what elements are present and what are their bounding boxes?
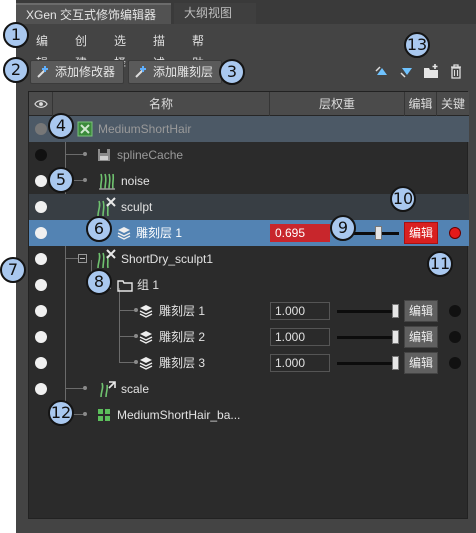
callout-1: 1 <box>3 22 29 48</box>
row-label: MediumShortHair_ba... <box>117 408 241 422</box>
add-modifier-label: 添加修改器 <box>55 65 116 79</box>
layer-weight-slider-handle[interactable] <box>392 356 399 370</box>
add-modifier-icon <box>37 66 48 78</box>
callout-5: 5 <box>48 167 74 193</box>
delete-icon[interactable] <box>448 63 464 79</box>
edit-column-header[interactable]: 编辑 <box>405 92 437 116</box>
edit-button[interactable]: 编辑 <box>404 222 438 244</box>
move-up-icon[interactable] <box>374 63 390 79</box>
tree-row-scale[interactable]: scale <box>29 376 469 402</box>
modifier-tree: 名称 层权重 编辑 关键帧 <box>28 91 469 519</box>
tree-row-sculpt-layer[interactable]: 雕刻层 3 1.000 编辑 <box>29 350 469 376</box>
layer-weight-slider-handle[interactable] <box>375 226 382 240</box>
row-label: splineCache <box>117 148 184 162</box>
callout-3: 3 <box>219 59 245 85</box>
visibility-toggle[interactable] <box>35 357 47 369</box>
noise-modifier-icon <box>99 173 115 190</box>
tree-row-shortdry-sculpt[interactable]: ShortDry_sculpt1 <box>29 246 469 272</box>
visibility-toggle[interactable] <box>35 201 47 213</box>
callout-7: 7 <box>0 257 26 283</box>
layer-weight-field[interactable]: 1.000 <box>270 328 330 346</box>
edit-button[interactable]: 编辑 <box>404 326 438 348</box>
row-label: 雕刻层 1 <box>136 226 183 240</box>
tree-row-sculpt-layer[interactable]: 雕刻层 1 1.000 编辑 <box>29 298 469 324</box>
layer-weight-column-header[interactable]: 层权重 <box>270 92 405 116</box>
xgen-editor-window: XGen 交互式修饰编辑器 大纲视图 编辑 创建 选择 描述 帮助 添加修改器 … <box>16 0 476 533</box>
sculpt-modifier-icon <box>97 197 116 217</box>
keyframe-button[interactable] <box>449 227 461 239</box>
sculpt-modifier-icon <box>97 249 116 269</box>
callout-6: 6 <box>86 216 112 242</box>
tab-bar: XGen 交互式修饰编辑器 大纲视图 <box>16 0 476 24</box>
grid-icon <box>98 409 110 421</box>
row-label: noise <box>121 174 150 188</box>
add-sculpt-layer-button[interactable]: 添加雕刻层 <box>128 60 222 84</box>
visibility-toggle[interactable] <box>35 279 47 291</box>
edit-button[interactable]: 编辑 <box>404 352 438 374</box>
visibility-toggle[interactable] <box>35 175 47 187</box>
row-label: 雕刻层 3 <box>159 356 206 370</box>
add-sculpt-layer-icon <box>135 66 146 78</box>
eye-icon <box>33 100 48 108</box>
tab-xgen-interactive-groom-editor[interactable]: XGen 交互式修饰编辑器 <box>16 3 171 24</box>
callout-10: 10 <box>390 186 416 212</box>
callout-11: 11 <box>427 251 453 277</box>
callout-8: 8 <box>86 269 112 295</box>
xgen-description-icon <box>77 121 93 137</box>
keyframe-button[interactable] <box>449 305 461 317</box>
add-sculpt-layer-label: 添加雕刻层 <box>153 65 214 79</box>
visibility-toggle[interactable] <box>35 331 47 343</box>
add-modifier-button[interactable]: 添加修改器 <box>30 60 124 84</box>
layer-weight-field[interactable]: 0.695 <box>270 224 330 242</box>
callout-12: 12 <box>48 400 74 426</box>
layer-weight-slider[interactable] <box>337 310 399 313</box>
row-label: scale <box>121 382 150 396</box>
row-label: MediumShortHair <box>98 122 192 136</box>
callout-2: 2 <box>3 57 29 83</box>
edit-button[interactable]: 编辑 <box>404 300 438 322</box>
folder-icon <box>117 280 133 292</box>
layer-icon <box>139 357 153 370</box>
visibility-column-header[interactable] <box>29 92 53 116</box>
visibility-toggle[interactable] <box>35 123 47 135</box>
visibility-toggle[interactable] <box>35 227 47 239</box>
callout-4: 4 <box>48 113 74 139</box>
layer-weight-slider[interactable] <box>337 336 399 339</box>
callout-9: 9 <box>330 215 356 241</box>
keyframe-button[interactable] <box>449 331 461 343</box>
save-icon <box>98 149 110 161</box>
row-label: sculpt <box>121 200 153 214</box>
layer-icon <box>139 305 153 318</box>
layer-icon <box>117 227 131 240</box>
layer-weight-field[interactable]: 1.000 <box>270 302 330 320</box>
scale-modifier-icon <box>100 381 116 398</box>
new-folder-icon[interactable] <box>423 63 439 79</box>
name-column-header[interactable]: 名称 <box>53 92 270 116</box>
visibility-toggle[interactable] <box>35 149 47 161</box>
visibility-toggle[interactable] <box>35 253 47 265</box>
tree-row-sculpt-layer[interactable]: 雕刻层 2 1.000 编辑 <box>29 324 469 350</box>
tree-row-description[interactable]: MediumShortHair <box>29 116 469 142</box>
keyframe-column-header[interactable]: 关键帧 <box>437 92 469 135</box>
visibility-toggle[interactable] <box>35 305 47 317</box>
tree-row-splinecache[interactable]: splineCache <box>29 142 469 168</box>
row-label: ShortDry_sculpt1 <box>121 252 214 266</box>
tree-header: 名称 层权重 编辑 关键帧 <box>29 92 469 135</box>
row-label: 雕刻层 1 <box>159 304 206 318</box>
visibility-toggle[interactable] <box>35 383 47 395</box>
layer-weight-slider-handle[interactable] <box>392 330 399 344</box>
keyframe-button[interactable] <box>449 357 461 369</box>
tab-outliner[interactable]: 大纲视图 <box>174 3 256 24</box>
layer-weight-slider-handle[interactable] <box>392 304 399 318</box>
row-label: 组 1 <box>137 278 160 292</box>
tree-row-base[interactable]: MediumShortHair_ba... <box>29 402 469 428</box>
layer-icon <box>139 331 153 344</box>
row-label: 雕刻层 2 <box>159 330 206 344</box>
layer-weight-field[interactable]: 1.000 <box>270 354 330 372</box>
move-down-icon[interactable] <box>399 63 415 79</box>
layer-weight-slider[interactable] <box>337 362 399 365</box>
callout-13: 13 <box>404 32 430 58</box>
